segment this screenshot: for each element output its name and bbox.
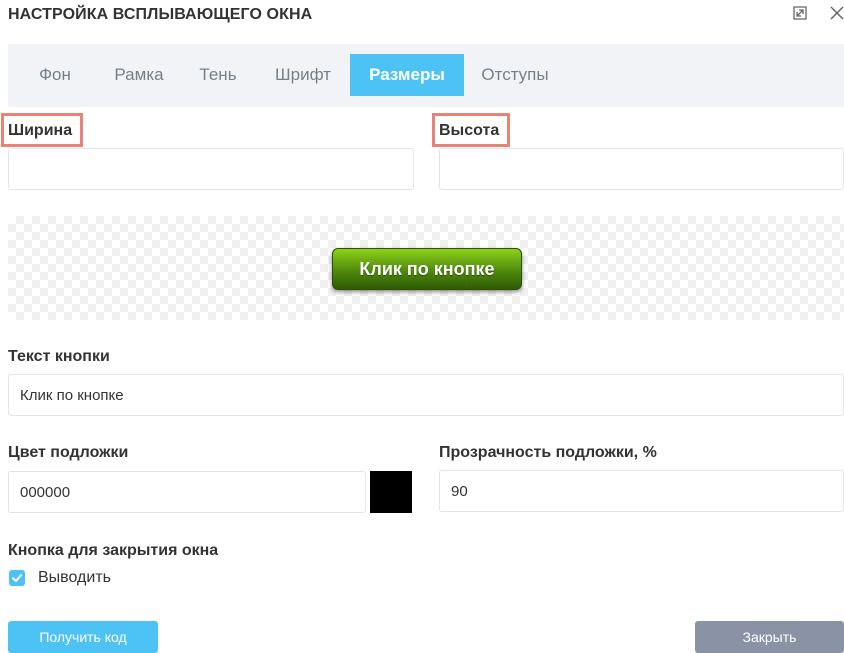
overlay-opacity-label: Прозрачность подложки, % bbox=[439, 444, 657, 461]
overlay-opacity-input[interactable] bbox=[439, 470, 844, 512]
width-input[interactable] bbox=[8, 148, 414, 190]
button-text-label: Текст кнопки bbox=[8, 348, 110, 365]
get-code-button[interactable]: Получить код bbox=[8, 621, 158, 653]
tab-sizes[interactable]: Размеры bbox=[350, 54, 464, 96]
tab-font[interactable]: Шрифт bbox=[264, 54, 342, 96]
dialog-title: НАСТРОЙКА ВСПЛЫВАЮЩЕГО ОКНА bbox=[8, 6, 313, 23]
overlay-color-swatch[interactable] bbox=[370, 471, 412, 513]
overlay-color-label: Цвет подложки bbox=[8, 444, 129, 461]
tab-shadow[interactable]: Тень bbox=[188, 54, 248, 96]
show-close-button-label[interactable]: Выводить bbox=[38, 569, 111, 587]
expand-icon[interactable] bbox=[791, 4, 809, 22]
height-input[interactable] bbox=[439, 148, 844, 190]
button-text-input[interactable] bbox=[8, 374, 844, 416]
tab-bar: Фон Рамка Тень Шрифт Размеры Отступы bbox=[8, 44, 844, 107]
tab-padding[interactable]: Отступы bbox=[474, 54, 556, 96]
width-label: Ширина bbox=[8, 122, 73, 139]
show-close-button-checkbox[interactable] bbox=[9, 570, 25, 586]
height-label: Высота bbox=[439, 122, 500, 139]
tab-background[interactable]: Фон bbox=[22, 54, 88, 96]
check-icon bbox=[12, 574, 22, 582]
preview-button[interactable]: Клик по кнопке bbox=[332, 248, 522, 290]
close-button[interactable]: Закрыть bbox=[695, 621, 844, 653]
close-icon[interactable] bbox=[828, 4, 844, 22]
tab-border[interactable]: Рамка bbox=[96, 54, 182, 96]
close-button-option-label: Кнопка для закрытия окна bbox=[8, 542, 219, 559]
overlay-color-input[interactable] bbox=[8, 471, 366, 513]
